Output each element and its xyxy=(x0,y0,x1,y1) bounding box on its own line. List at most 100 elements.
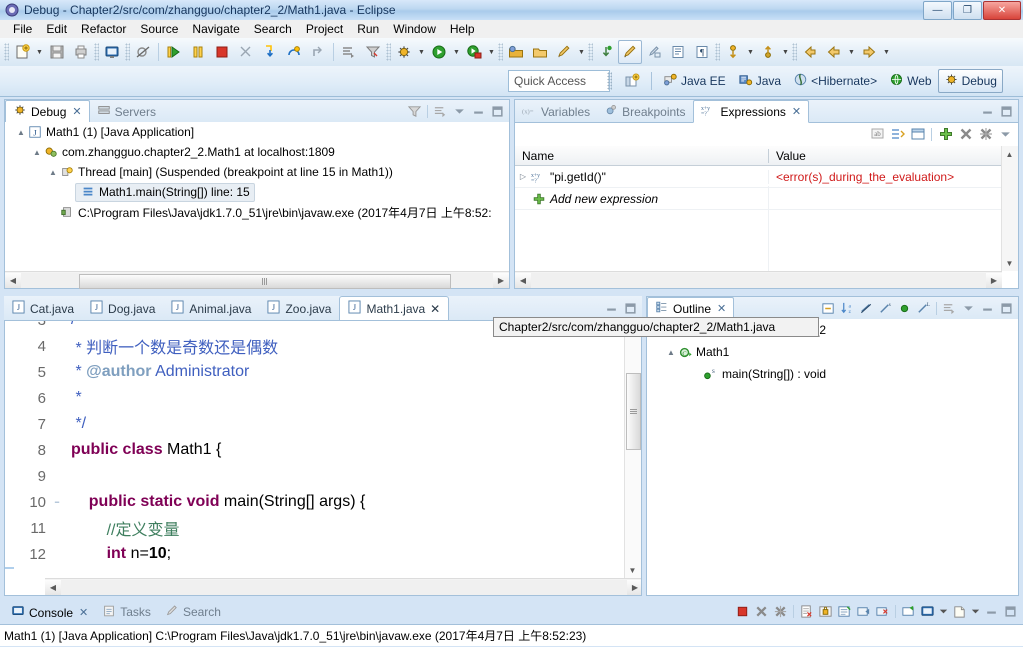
scroll-right-arrow[interactable]: ▶ xyxy=(986,272,1002,288)
twisty-icon[interactable]: ▲ xyxy=(31,148,43,157)
step-return-icon[interactable] xyxy=(306,40,330,64)
display-selected-console-icon[interactable] xyxy=(874,603,891,620)
tab-console-close-icon[interactable]: ✕ xyxy=(79,606,88,619)
show-type-names-icon[interactable]: ab xyxy=(869,126,886,143)
hide-fields-icon[interactable] xyxy=(858,300,875,317)
run-dropdown-arrow[interactable]: ▼ xyxy=(451,41,462,63)
block-selection-icon[interactable] xyxy=(666,40,690,64)
table-row[interactable]: ▷ x+y =? "pi.getId()" <error(s)_during_th… xyxy=(515,166,1018,188)
column-header-value[interactable]: Value xyxy=(768,148,1018,163)
tree-row-launch[interactable]: ▲ J Math1 (1) [Java Application] xyxy=(5,122,509,142)
show-detail-pane-icon[interactable] xyxy=(909,126,926,143)
editor-vscrollbar[interactable]: ▼ xyxy=(624,321,641,578)
perspective-web[interactable]: Web xyxy=(883,69,937,93)
hide-static-icon[interactable]: s xyxy=(877,300,894,317)
step-over-icon[interactable] xyxy=(282,40,306,64)
minimize-icon[interactable] xyxy=(470,103,487,120)
editor-vscroll-thumb[interactable] xyxy=(626,373,641,450)
terminate-icon[interactable] xyxy=(734,603,751,620)
outline-row-method[interactable]: S main(String[]) : void xyxy=(647,363,1018,385)
drop-to-frame-icon[interactable] xyxy=(337,40,361,64)
editor-tab-math1[interactable]: J Math1.java ✕ xyxy=(339,296,450,321)
editor-folding-column[interactable]: − − xyxy=(51,321,63,515)
tree-row-stack-frame[interactable]: Math1.main(String[]) line: 15 xyxy=(5,182,509,202)
outline-tree[interactable]: com.zhangguo.chapter2_2 ▲ C Math1 S main… xyxy=(647,319,1018,595)
perspective-java-ee[interactable]: Java EE xyxy=(657,69,732,93)
tree-row-process[interactable]: C:\Program Files\Java\jdk1.7.0_51\jre\bi… xyxy=(5,202,509,222)
twisty-icon[interactable]: ▲ xyxy=(15,128,27,137)
editor-tab-animal[interactable]: J Animal.java xyxy=(163,297,259,320)
tab-breakpoints[interactable]: Breakpoints xyxy=(597,101,692,122)
menu-run[interactable]: Run xyxy=(350,21,386,37)
console-output-area[interactable]: Math1 (1) [Java Application] C:\Program … xyxy=(0,624,1023,646)
remove-all-terminated-icon[interactable] xyxy=(772,603,789,620)
menu-edit[interactable]: Edit xyxy=(39,21,74,37)
tab-debug[interactable]: Debug ✕ xyxy=(5,100,90,123)
print-icon[interactable] xyxy=(69,40,93,64)
external-tools-icon[interactable] xyxy=(462,40,486,64)
remove-launch-icon[interactable] xyxy=(753,603,770,620)
pilcrow-icon[interactable]: ¶ xyxy=(690,40,714,64)
perspective-drag-handle[interactable] xyxy=(607,72,612,90)
maximize-button[interactable]: ❐ xyxy=(953,1,982,20)
outline-row-class[interactable]: ▲ C Math1 xyxy=(647,341,1018,363)
view-menu-icon[interactable] xyxy=(997,126,1014,143)
new-file-dropdown-arrow[interactable]: ▼ xyxy=(34,41,45,63)
disconnect-icon[interactable] xyxy=(234,40,258,64)
scroll-right-arrow[interactable]: ▶ xyxy=(493,272,509,288)
add-expression-icon[interactable] xyxy=(937,126,954,143)
column-header-name[interactable]: Name xyxy=(515,149,768,163)
hscroll-trough[interactable] xyxy=(61,579,627,595)
debug-tree[interactable]: ▲ J Math1 (1) [Java Application] ▲ com.z… xyxy=(5,122,509,271)
previous-member-dropdown-arrow[interactable]: ▼ xyxy=(780,41,791,63)
search-pencil-icon[interactable] xyxy=(552,40,576,64)
maximize-icon[interactable] xyxy=(998,103,1015,120)
debug-dropdown-arrow[interactable]: ▼ xyxy=(416,41,427,63)
add-new-expression-cell[interactable]: Add new expression xyxy=(515,191,768,207)
new-console-view-icon[interactable] xyxy=(900,603,917,620)
hscroll-thumb[interactable] xyxy=(79,273,451,289)
toolbar-drag-handle[interactable] xyxy=(4,43,9,61)
scroll-left-arrow[interactable]: ◀ xyxy=(45,579,61,595)
step-into-icon[interactable] xyxy=(258,40,282,64)
editor-line-gutter[interactable]: 3 4 5 6 7 8 9 10 11 12 xyxy=(5,321,51,567)
next-member-icon[interactable] xyxy=(721,40,745,64)
minimize-icon[interactable] xyxy=(979,103,996,120)
scroll-left-arrow[interactable]: ◀ xyxy=(5,272,21,288)
debug-view-hscrollbar[interactable]: ◀ ▶ xyxy=(5,271,509,289)
menu-file[interactable]: File xyxy=(6,21,39,37)
perspective-hibernate[interactable]: <Hibernate> xyxy=(787,69,883,93)
console-icon[interactable] xyxy=(100,40,124,64)
tab-tasks[interactable]: Tasks xyxy=(95,601,158,623)
tab-servers[interactable]: Servers xyxy=(90,101,163,122)
view-menu-icon[interactable] xyxy=(451,103,468,120)
scroll-down-arrow[interactable]: ▼ xyxy=(1002,255,1017,271)
back-arrow-icon[interactable] xyxy=(798,40,822,64)
external-tools-dropdown-arrow[interactable]: ▼ xyxy=(486,41,497,63)
menu-window[interactable]: Window xyxy=(386,21,443,37)
twisty-icon[interactable]: ▷ xyxy=(515,172,531,181)
scroll-down-arrow[interactable]: ▼ xyxy=(625,562,640,578)
scroll-left-arrow[interactable]: ◀ xyxy=(515,272,531,288)
clear-console-icon[interactable] xyxy=(798,603,815,620)
new-console-icon[interactable] xyxy=(951,603,968,620)
folding-marker[interactable]: − xyxy=(51,489,63,515)
hscroll-trough[interactable] xyxy=(531,272,986,288)
next-annotation-icon[interactable] xyxy=(594,40,618,64)
open-console-dropdown-arrow[interactable] xyxy=(938,603,949,620)
menu-refactor[interactable]: Refactor xyxy=(74,21,133,37)
expressions-vscrollbar[interactable]: ▲ ▼ xyxy=(1001,146,1018,271)
maximize-icon[interactable] xyxy=(998,300,1015,317)
resume-icon[interactable] xyxy=(162,40,186,64)
scroll-right-arrow[interactable]: ▶ xyxy=(627,579,641,595)
tab-expressions[interactable]: x+y =? Expressions ✕ xyxy=(692,100,810,123)
search-dropdown-arrow[interactable]: ▼ xyxy=(576,41,587,63)
quick-access-input[interactable]: Quick Access xyxy=(508,70,610,92)
open-type-icon[interactable] xyxy=(528,40,552,64)
perspective-debug[interactable]: Debug xyxy=(937,69,1003,93)
maximize-icon[interactable] xyxy=(1002,603,1019,620)
twisty-icon[interactable]: ▲ xyxy=(665,348,677,357)
forward-dropdown-arrow[interactable]: ▼ xyxy=(881,41,892,63)
show-console-on-output-icon[interactable] xyxy=(836,603,853,620)
editor-hscrollbar[interactable]: ◀ ▶ xyxy=(45,578,641,595)
